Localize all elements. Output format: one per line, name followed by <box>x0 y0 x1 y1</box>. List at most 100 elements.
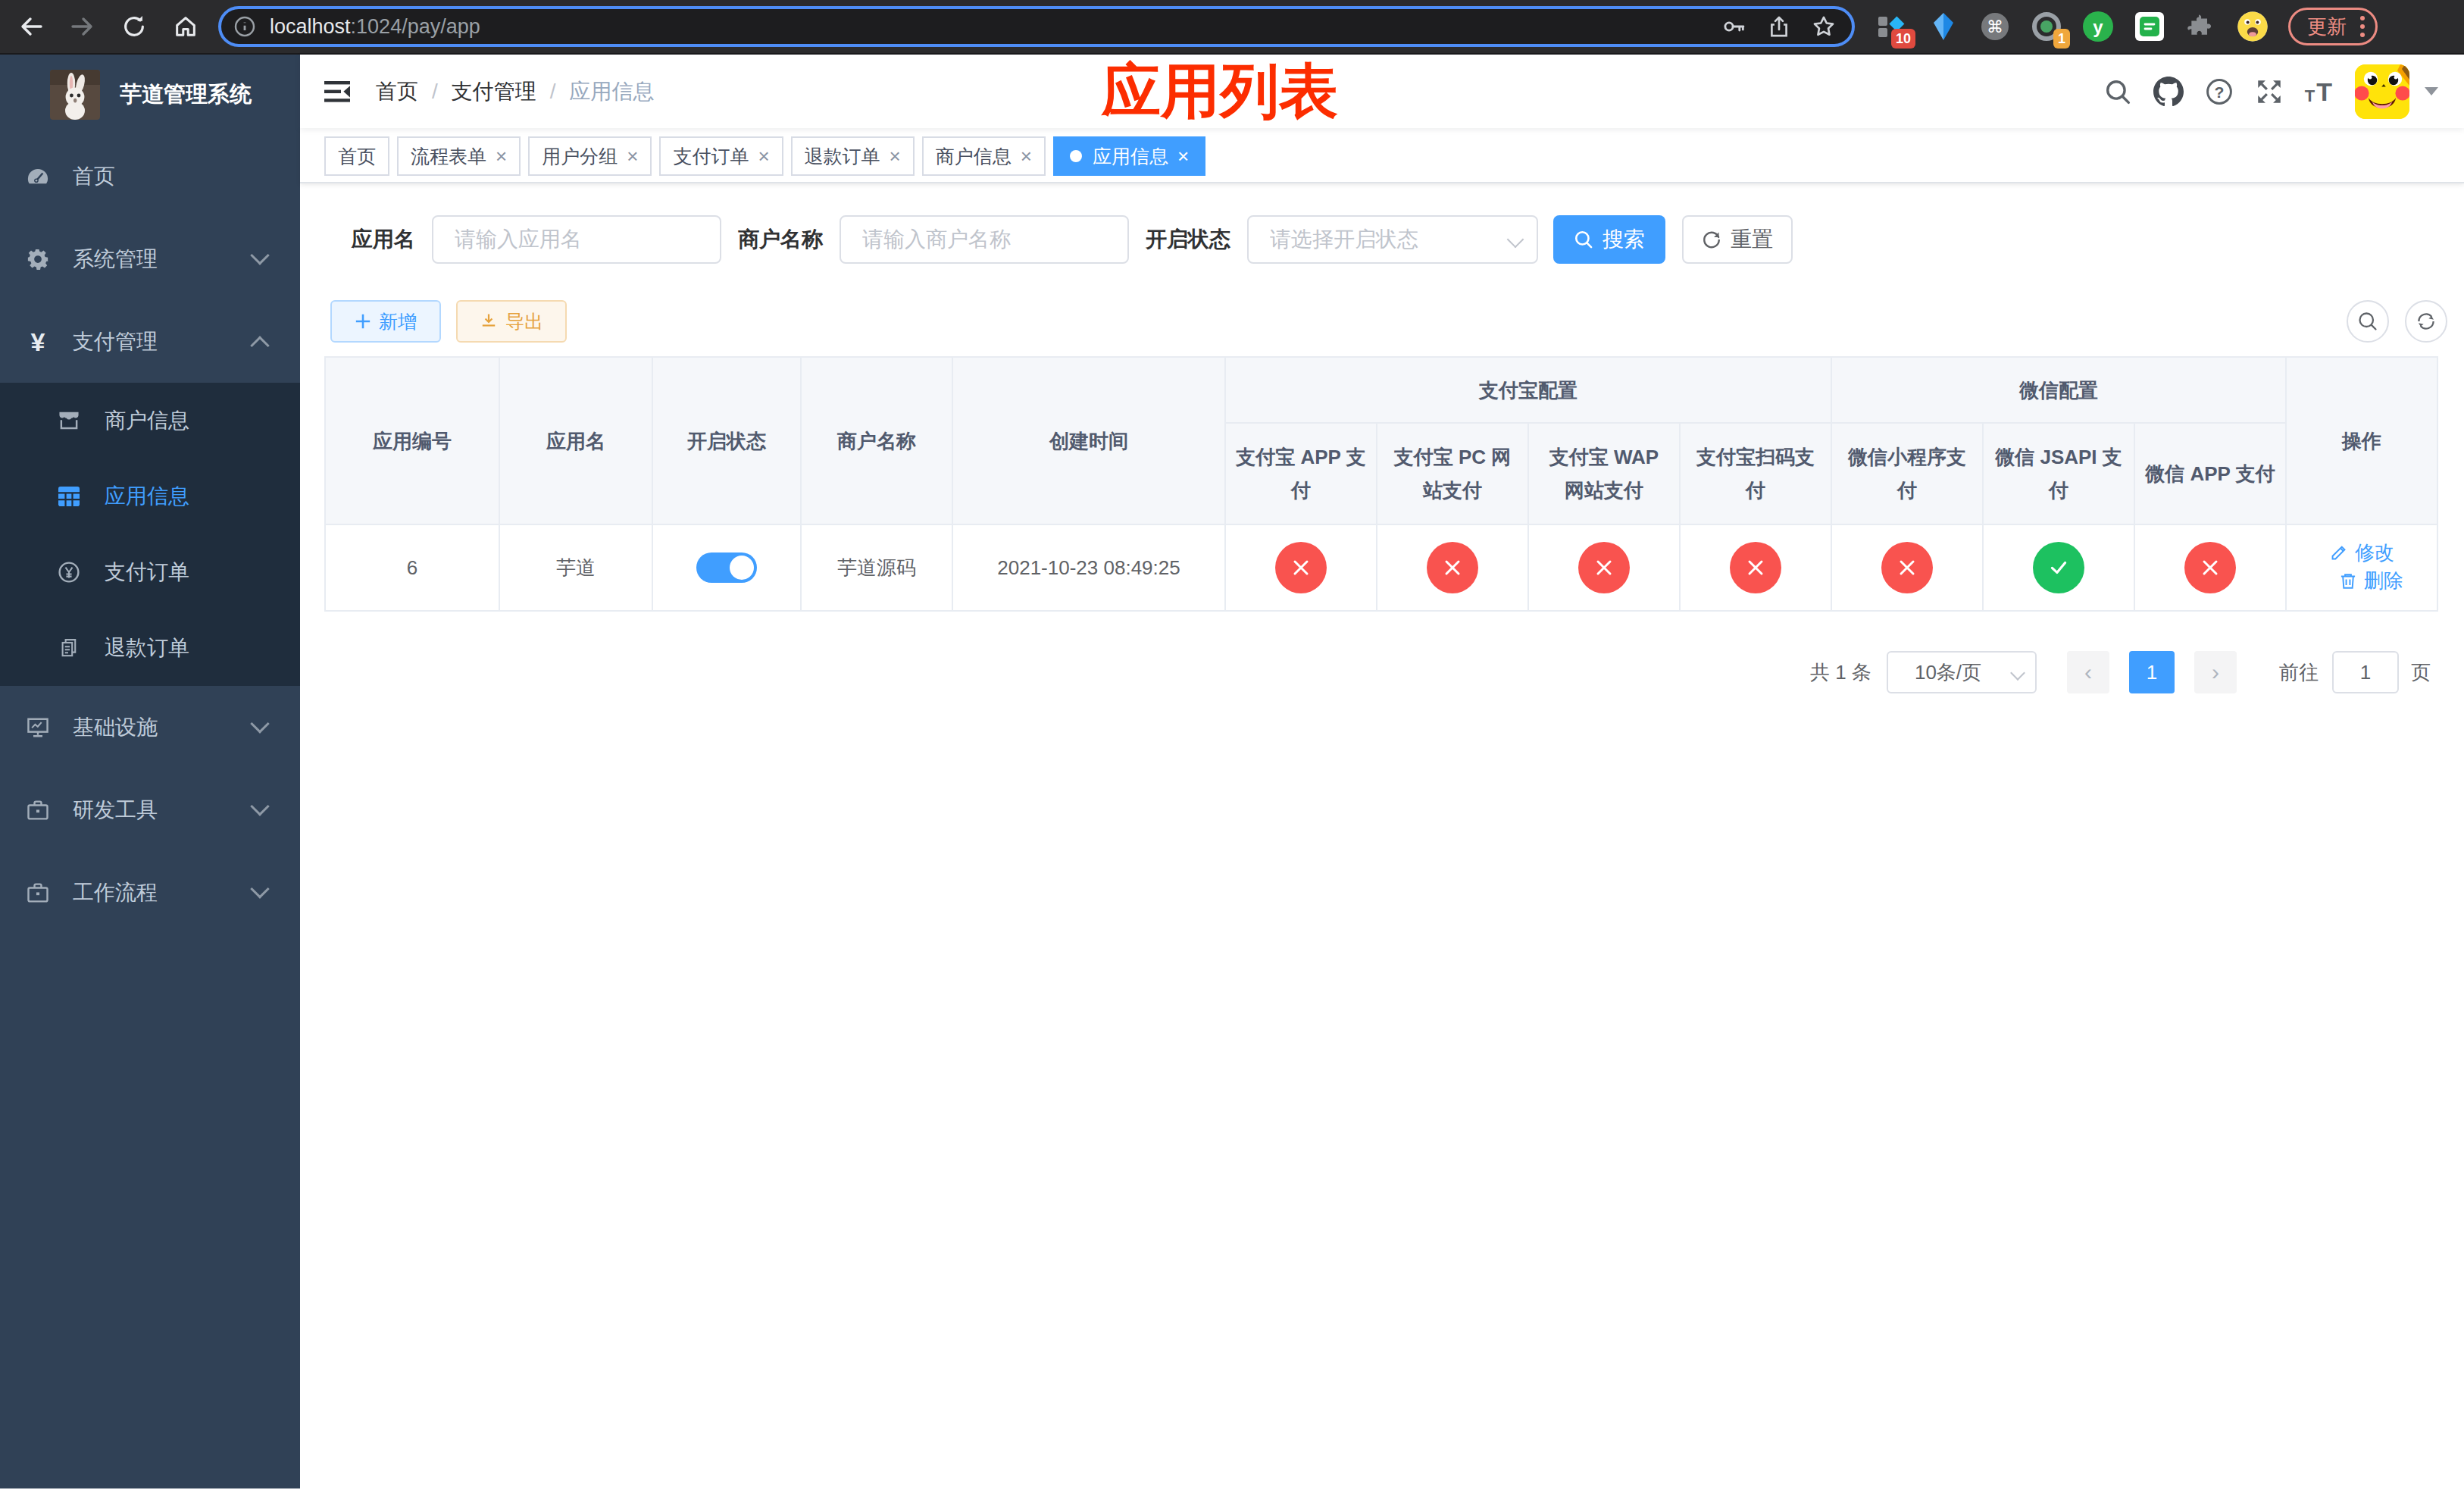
enabled-switch[interactable] <box>696 552 757 583</box>
sidebar: 芋道管理系统 首页 系统管理 ¥ 支付管 <box>0 55 300 1488</box>
briefcase-icon <box>26 800 50 821</box>
browser-back-icon[interactable] <box>17 12 45 41</box>
col-wechat-app: 微信 APP 支付 <box>2134 423 2286 524</box>
help-icon[interactable]: ? <box>2205 77 2234 106</box>
breadcrumb-current: 应用信息 <box>570 77 655 106</box>
sidebar-item-app-info[interactable]: 应用信息 <box>0 459 300 534</box>
app-name-input[interactable] <box>432 215 721 264</box>
sidebar-item-merchant-info[interactable]: 商户信息 <box>0 383 300 459</box>
reset-button[interactable]: 重置 <box>1682 215 1793 264</box>
refresh-button[interactable] <box>2405 300 2447 343</box>
tab-refund-order[interactable]: 退款订单× <box>791 136 915 176</box>
sidebar-item-refund-order[interactable]: 退款订单 <box>0 610 300 686</box>
close-icon[interactable]: × <box>758 146 769 166</box>
col-wechat-jsapi: 微信 JSAPI 支付 <box>1983 423 2134 524</box>
sidebar-item-system[interactable]: 系统管理 <box>0 218 300 300</box>
caret-down-icon[interactable] <box>2425 87 2438 95</box>
sidebar-item-pay-order[interactable]: 支付订单 <box>0 534 300 610</box>
yen-icon: ¥ <box>26 329 50 355</box>
font-size-icon[interactable]: TT <box>2305 79 2332 105</box>
payment-submenu: 商户信息 应用信息 支付订单 <box>0 383 300 686</box>
extension-badge: 1 <box>2053 29 2070 49</box>
page-size-select[interactable] <box>1887 651 2037 693</box>
tab-home[interactable]: 首页 <box>324 136 389 176</box>
wechat-app-status <box>2184 542 2236 593</box>
goto-page-input[interactable] <box>2332 651 2399 693</box>
edit-link[interactable]: 修改 <box>2329 540 2394 566</box>
extension-ring-icon[interactable]: 1 <box>2031 11 2062 42</box>
browser-update-button[interactable]: 更新 <box>2288 8 2378 45</box>
col-create-time: 创建时间 <box>952 357 1225 524</box>
extension-command-icon[interactable]: ⌘ <box>1979 11 2011 42</box>
export-button[interactable]: 导出 <box>456 300 567 343</box>
breadcrumb-home[interactable]: 首页 <box>376 77 418 106</box>
page-title-annotation: 应用列表 <box>1102 52 1338 131</box>
extension-emoji-icon[interactable] <box>2237 11 2269 42</box>
add-button[interactable]: 新增 <box>330 300 441 343</box>
wechat-mini-status <box>1881 542 1933 593</box>
extension-badge: 10 <box>1891 29 1915 49</box>
tab-user-group[interactable]: 用户分组× <box>528 136 652 176</box>
extension-y-icon[interactable]: y <box>2082 11 2114 42</box>
search-icon[interactable] <box>2103 77 2132 106</box>
alipay-wap-status <box>1578 542 1630 593</box>
fullscreen-icon[interactable] <box>2255 77 2284 106</box>
browser-toolbar: localhost:1024/pay/app 10 <box>0 0 2464 55</box>
close-icon[interactable]: × <box>496 146 507 166</box>
tab-merchant-info[interactable]: 商户信息× <box>922 136 1046 176</box>
col-operations: 操作 <box>2286 357 2437 524</box>
extension-chat-icon[interactable] <box>2134 11 2165 42</box>
share-icon[interactable] <box>1767 14 1791 39</box>
delete-link[interactable]: 删除 <box>2338 568 2403 594</box>
goto-label: 前往 <box>2279 659 2319 686</box>
github-icon[interactable] <box>2153 77 2184 107</box>
cell-app-id: 6 <box>325 524 499 611</box>
col-merchant: 商户名称 <box>801 357 952 524</box>
total-count: 共 1 条 <box>1810 659 1871 686</box>
sidebar-item-home[interactable]: 首页 <box>0 135 300 218</box>
browser-forward-icon[interactable] <box>68 12 97 41</box>
browser-menu-icon[interactable] <box>2360 16 2365 37</box>
current-page[interactable]: 1 <box>2129 651 2175 693</box>
col-group-wechat: 微信配置 <box>1831 357 2286 423</box>
site-info-icon[interactable] <box>233 15 256 38</box>
browser-home-icon[interactable] <box>171 12 200 41</box>
sidebar-item-dev-tools[interactable]: 研发工具 <box>0 768 300 851</box>
tab-process-form[interactable]: 流程表单× <box>397 136 521 176</box>
extension-blocks-icon[interactable]: 10 <box>1876 11 1908 42</box>
merchant-name-input[interactable] <box>840 215 1129 264</box>
url-text: localhost:1024/pay/app <box>270 15 480 39</box>
monitor-icon <box>26 716 50 739</box>
tab-app-info[interactable]: 应用信息× <box>1053 136 1205 176</box>
sidebar-collapse-icon[interactable] <box>324 80 350 103</box>
extension-gem-icon[interactable] <box>1928 11 1959 42</box>
close-icon[interactable]: × <box>1177 146 1189 166</box>
tab-pay-order[interactable]: 支付订单× <box>659 136 783 176</box>
alipay-qr-status <box>1730 542 1781 593</box>
browser-reload-icon[interactable] <box>120 12 149 41</box>
close-icon[interactable]: × <box>890 146 901 166</box>
sidebar-item-infrastructure[interactable]: 基础设施 <box>0 686 300 768</box>
bookmark-star-icon[interactable] <box>1811 14 1837 39</box>
sidebar-menu: 首页 系统管理 ¥ 支付管理 <box>0 135 300 934</box>
col-alipay-qr: 支付宝扫码支付 <box>1680 423 1831 524</box>
close-icon[interactable]: × <box>1021 146 1032 166</box>
app-logo[interactable]: 芋道管理系统 <box>0 55 300 135</box>
next-page-button[interactable]: › <box>2194 651 2237 693</box>
alipay-pc-status <box>1427 542 1478 593</box>
svg-text:y: y <box>2093 17 2103 37</box>
close-icon[interactable]: × <box>627 146 638 166</box>
dashboard-icon <box>26 165 50 188</box>
status-select[interactable] <box>1247 215 1538 264</box>
extension-puzzle-icon[interactable] <box>2185 11 2217 42</box>
search-button[interactable]: 搜索 <box>1553 215 1665 264</box>
col-wechat-mini: 微信小程序支付 <box>1831 423 1983 524</box>
avatar[interactable] <box>2355 64 2409 119</box>
sidebar-item-payment[interactable]: ¥ 支付管理 <box>0 300 300 383</box>
prev-page-button[interactable]: ‹ <box>2067 651 2109 693</box>
show-search-toggle-button[interactable] <box>2347 300 2389 343</box>
breadcrumb-payment[interactable]: 支付管理 <box>452 77 536 106</box>
password-key-icon[interactable] <box>1721 14 1747 39</box>
sidebar-item-workflow[interactable]: 工作流程 <box>0 851 300 934</box>
url-bar[interactable]: localhost:1024/pay/app <box>218 6 1855 47</box>
